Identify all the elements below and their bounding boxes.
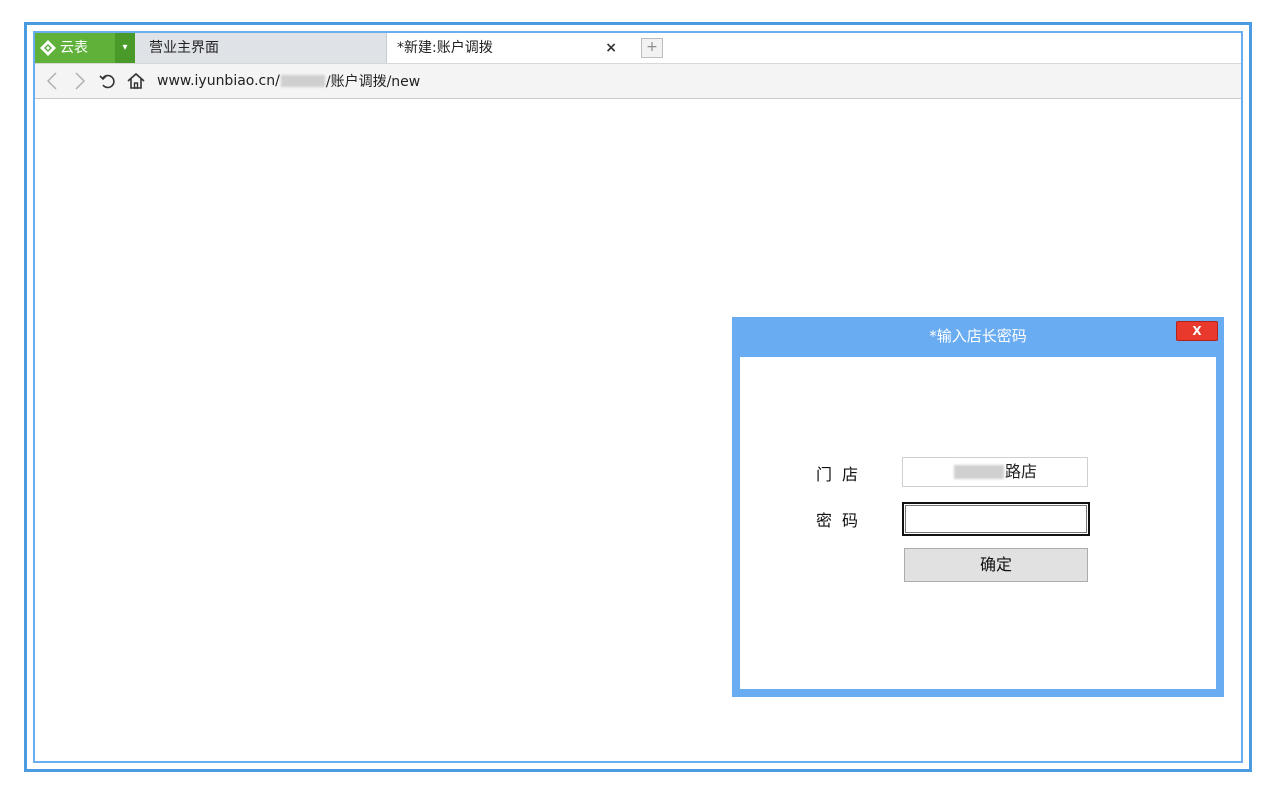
redacted-url-segment bbox=[280, 75, 325, 87]
brand-label: 云表 bbox=[60, 40, 88, 56]
back-icon[interactable] bbox=[41, 70, 63, 92]
url-field[interactable]: www.iyunbiao.cn/ /账户调拨/new bbox=[157, 71, 420, 91]
confirm-button[interactable]: 确定 bbox=[904, 548, 1088, 582]
browser-window: 云表 ▾ 营业主界面 *新建:账户调拨 × + www.iyunbiao.cn/… bbox=[33, 31, 1243, 763]
redacted-store-name bbox=[953, 465, 1004, 479]
tab-new-account-transfer[interactable]: *新建:账户调拨 × bbox=[387, 33, 635, 63]
app-window-frame: 云表 ▾ 营业主界面 *新建:账户调拨 × + www.iyunbiao.cn/… bbox=[24, 22, 1252, 772]
brand-menu-button[interactable]: 云表 bbox=[35, 33, 115, 63]
tab-label: *新建:账户调拨 bbox=[397, 40, 493, 56]
dialog-title: *输入店长密码 bbox=[929, 327, 1027, 345]
password-dialog: *输入店长密码 X 门店 路店 密码 确定 bbox=[732, 317, 1224, 697]
refresh-icon[interactable] bbox=[97, 70, 119, 92]
close-tab-icon[interactable]: × bbox=[605, 33, 617, 63]
url-prefix: www.iyunbiao.cn/ bbox=[157, 73, 280, 89]
url-suffix: /账户调拨/new bbox=[325, 74, 421, 90]
tab-main-interface[interactable]: 营业主界面 bbox=[135, 33, 387, 63]
forward-icon[interactable] bbox=[69, 70, 91, 92]
address-bar: www.iyunbiao.cn/ /账户调拨/new bbox=[35, 64, 1241, 99]
brand-dropdown-icon[interactable]: ▾ bbox=[115, 33, 135, 63]
dialog-close-button[interactable]: X bbox=[1176, 321, 1218, 341]
yunbiao-logo-icon bbox=[40, 40, 56, 56]
tab-bar: 云表 ▾ 营业主界面 *新建:账户调拨 × + bbox=[35, 33, 1241, 64]
tab-label: 营业主界面 bbox=[149, 40, 219, 56]
store-label: 门店 bbox=[816, 465, 869, 484]
password-label: 密码 bbox=[816, 511, 869, 530]
store-field: 路店 bbox=[902, 457, 1088, 487]
home-icon[interactable] bbox=[125, 70, 147, 92]
new-tab-button[interactable]: + bbox=[641, 38, 663, 58]
dialog-body: 门店 路店 密码 确定 bbox=[740, 357, 1216, 689]
store-value-suffix: 路店 bbox=[1004, 462, 1037, 481]
password-input[interactable] bbox=[902, 502, 1090, 536]
